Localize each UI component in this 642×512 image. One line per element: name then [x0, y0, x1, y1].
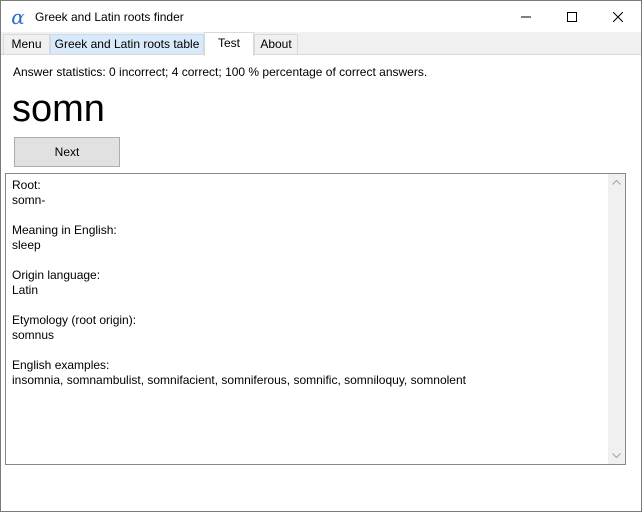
root-details-content: Root: somn- Meaning in English: sleep Or… [12, 178, 605, 388]
etymology-value: somnus [12, 328, 55, 342]
scroll-up-button[interactable] [608, 174, 625, 191]
scroll-down-button[interactable] [608, 447, 625, 464]
meaning-value: sleep [12, 238, 41, 252]
alpha-icon: α [11, 4, 25, 29]
app-window: α Greek and Latin roots finder Menu Gree… [0, 0, 642, 512]
origin-label: Origin language: [12, 268, 101, 282]
tab-strip: Menu Greek and Latin roots table Test Ab… [1, 32, 641, 56]
vertical-scrollbar[interactable] [608, 174, 625, 464]
chevron-up-icon [612, 180, 621, 185]
tab-menu[interactable]: Menu [3, 34, 50, 54]
minimize-icon [521, 16, 531, 17]
meaning-label: Meaning in English: [12, 223, 117, 237]
window-controls [503, 1, 641, 32]
examples-label: English examples: [12, 358, 110, 372]
root-value: somn- [12, 193, 46, 207]
test-panel: Answer statistics: 0 incorrect; 4 correc… [1, 55, 641, 511]
tab-about[interactable]: About [254, 34, 298, 54]
origin-value: Latin [12, 283, 39, 297]
window-title: Greek and Latin roots finder [35, 9, 184, 24]
tab-test[interactable]: Test [204, 32, 254, 56]
root-label: Root: [12, 178, 41, 192]
next-button[interactable]: Next [14, 137, 120, 167]
close-button[interactable] [595, 1, 641, 32]
maximize-icon [567, 11, 577, 22]
answer-statistics: Answer statistics: 0 incorrect; 4 correc… [13, 65, 428, 79]
title-bar[interactable]: α Greek and Latin roots finder [1, 1, 641, 32]
current-root: somn [12, 88, 105, 130]
tab-roots-table[interactable]: Greek and Latin roots table [50, 34, 204, 54]
close-icon [613, 11, 623, 22]
etymology-label: Etymology (root origin): [12, 313, 137, 327]
root-details-textbox[interactable]: Root: somn- Meaning in English: sleep Or… [5, 173, 626, 465]
minimize-button[interactable] [503, 1, 549, 32]
examples-value: insomnia, somnambulist, somnifacient, so… [12, 373, 466, 387]
maximize-button[interactable] [549, 1, 595, 32]
chevron-down-icon [612, 453, 621, 458]
